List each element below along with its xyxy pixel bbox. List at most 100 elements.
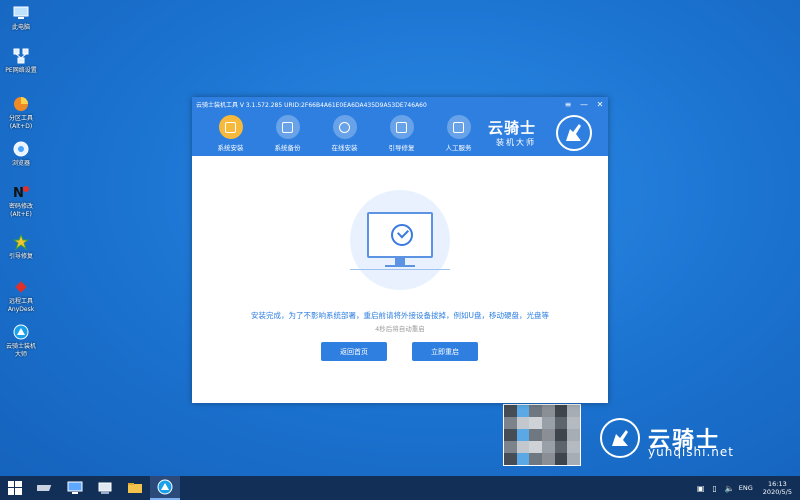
- thumbnail-tile: [504, 441, 517, 453]
- system-tray: ▣ ▯ 🔈 ENG 16:13 2020/5/5: [693, 480, 800, 496]
- thumbnail-tile: [567, 453, 580, 465]
- drive-icon: [37, 485, 52, 491]
- brand-watermark: 云骑士 yunqishi.net: [598, 414, 758, 464]
- volume-icon[interactable]: 🔈: [725, 484, 735, 493]
- desktop-icon-partition-tool[interactable]: 分区工具 (Alt+D): [0, 95, 42, 131]
- start-button[interactable]: [0, 476, 30, 500]
- logo-name: 云骑士: [488, 119, 537, 137]
- tab-boot-repair[interactable]: 引导修复: [373, 111, 430, 152]
- clock-date: 2020/5/5: [762, 488, 792, 496]
- system-install-icon: [218, 115, 243, 139]
- thumbnail-tile: [504, 429, 517, 441]
- thumbnail-tile: [542, 441, 555, 453]
- knight-emblem-icon: [600, 418, 640, 458]
- app-logo: 云骑士 装机大师: [488, 115, 592, 153]
- taskbar-yunqishi-button[interactable]: [150, 476, 180, 500]
- online-install-icon: [332, 115, 357, 139]
- desktop-icon-label: 浏览器: [11, 160, 30, 167]
- taskbar: ▣ ▯ 🔈 ENG 16:13 2020/5/5: [0, 476, 800, 500]
- thumbnail-tile: [567, 429, 580, 441]
- thumbnail-tile: [516, 429, 530, 441]
- menu-icon[interactable]: ≡: [560, 100, 576, 109]
- logo-subtitle: 装机大师: [496, 138, 536, 147]
- installer-window: 云骑士装机工具 V 3.1.572.285 URID:2F66B4A61E0EA…: [192, 97, 608, 403]
- thumbnail-tile: [567, 405, 580, 417]
- checkmark-icon: [391, 224, 413, 246]
- restart-countdown: 4秒后将自动重启: [375, 325, 425, 333]
- browser-icon: [12, 140, 30, 158]
- tab-label: 引导修复: [388, 144, 415, 152]
- tab-manual-service[interactable]: 人工服务: [430, 111, 487, 152]
- thumbnail-tile: [504, 453, 517, 465]
- svg-text:N: N: [13, 186, 24, 200]
- boot-repair-icon: [12, 233, 30, 251]
- taskbar-computer-button[interactable]: [60, 476, 90, 500]
- monitor-app-icon: [67, 481, 83, 494]
- thumbnail-tile: [529, 405, 542, 417]
- back-home-button[interactable]: 返回首页: [321, 342, 387, 361]
- desktop-icon-label: 引导修复: [8, 253, 33, 260]
- thumbnail-tile: [529, 453, 542, 465]
- thumbnail-tile: [542, 405, 555, 417]
- tab-label: 系统安装: [217, 144, 244, 152]
- tray-app-icon[interactable]: ▣: [697, 484, 705, 493]
- yunqishi-icon: [12, 323, 30, 341]
- thumbnail-tile: [554, 441, 568, 453]
- desktop-icon-boot-repair[interactable]: 引导修复: [0, 233, 42, 261]
- desktop-icon-browser[interactable]: 浏览器: [0, 140, 42, 168]
- windows-icon: [8, 481, 22, 495]
- battery-icon[interactable]: ▯: [712, 484, 716, 493]
- thumbnail-tile: [567, 417, 580, 429]
- thumbnail-tile: [516, 453, 530, 465]
- thumbnail-tile: [516, 417, 530, 429]
- clock[interactable]: 16:13 2020/5/5: [763, 480, 792, 496]
- title-bar[interactable]: 云骑士装机工具 V 3.1.572.285 URID:2F66B4A61E0EA…: [192, 97, 608, 111]
- tab-label: 系统备份: [274, 144, 301, 152]
- thumbnail-tile: [529, 429, 542, 441]
- folder-icon: [128, 483, 142, 493]
- window-title: 云骑士装机工具 V 3.1.572.285 URID:2F66B4A61E0EA…: [196, 101, 427, 109]
- watermark-url: yunqishi.net: [648, 445, 734, 459]
- tab-system-install[interactable]: 系统安装: [202, 111, 259, 152]
- computer-icon: [12, 4, 30, 22]
- restart-now-button[interactable]: 立即重启: [412, 342, 478, 361]
- boot-repair-tab-icon: [389, 115, 414, 139]
- desktop-icon-label: 此电脑: [11, 24, 30, 31]
- anydesk-icon: [12, 278, 30, 296]
- monitor-icon: [367, 212, 433, 258]
- thumbnail-tile: [504, 405, 517, 417]
- desktop-icon-label: PE网络设置: [5, 67, 37, 74]
- desktop-icon-label: 分区工具 (Alt+D): [8, 115, 33, 130]
- thumbnail-tile: [542, 417, 555, 429]
- tab-label: 在线安装: [331, 144, 358, 152]
- tab-label: 人工服务: [445, 144, 472, 152]
- tab-system-backup[interactable]: 系统备份: [259, 111, 316, 152]
- thumbnail-tile: [554, 417, 568, 429]
- desktop-icon-yunqishi[interactable]: 云骑士装机 大师: [0, 323, 42, 359]
- illustration-ground-line: [350, 269, 450, 270]
- thumbnail-tile: [516, 405, 530, 417]
- desktop-icon-label: 云骑士装机 大师: [5, 343, 36, 358]
- taskbar-folder-button[interactable]: [120, 476, 150, 500]
- desktop-icon-anydesk[interactable]: 远程工具 AnyDesk: [0, 278, 42, 314]
- desktop-icon-password[interactable]: N 密码修改 (Alt+E): [0, 183, 42, 219]
- taskbar-drive-button[interactable]: [30, 476, 60, 500]
- monitor-base: [385, 265, 415, 267]
- network-icon: [12, 47, 30, 65]
- thumbnail-tile: [554, 405, 568, 417]
- desktop-icon-network[interactable]: PE网络设置: [0, 47, 42, 75]
- yunqishi-taskbar-icon: [157, 479, 173, 495]
- desktop-icon-computer[interactable]: 此电脑: [0, 4, 42, 32]
- system-backup-icon: [275, 115, 300, 139]
- device-manager-icon: [98, 482, 112, 494]
- taskbar-device-button[interactable]: [90, 476, 120, 500]
- pixelated-thumbnail: [503, 404, 581, 466]
- thumbnail-tile: [504, 417, 517, 429]
- tab-online-install[interactable]: 在线安装: [316, 111, 373, 152]
- thumbnail-tile: [516, 441, 530, 453]
- thumbnail-tile: [529, 417, 542, 429]
- nav-bar: 系统安装 系统备份 在线安装 引导修复 人工服务 云骑士 装机大师: [192, 111, 608, 156]
- minimize-icon[interactable]: —: [576, 100, 592, 109]
- close-icon[interactable]: ✕: [592, 100, 608, 109]
- language-indicator[interactable]: ENG: [739, 484, 753, 492]
